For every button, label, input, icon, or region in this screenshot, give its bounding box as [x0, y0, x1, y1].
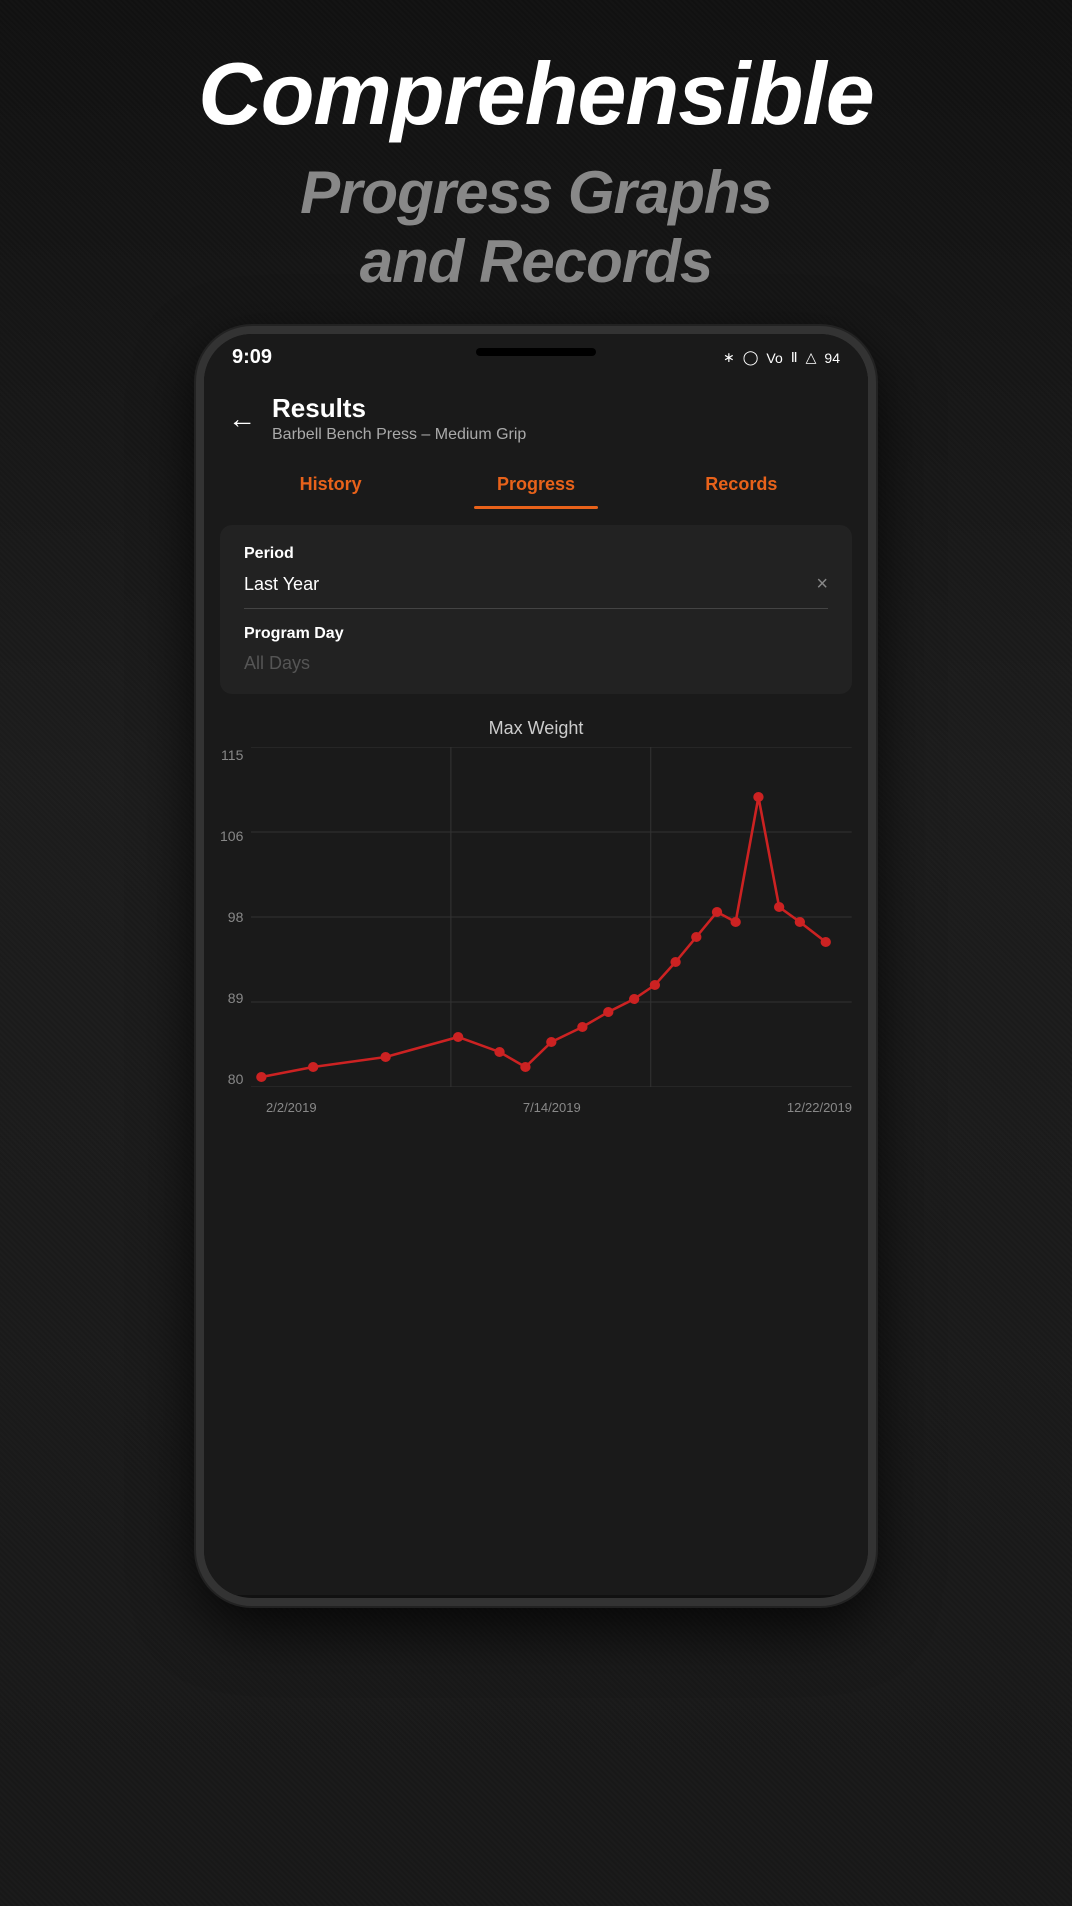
period-value: Last Year: [244, 574, 319, 595]
hero-subtitle-line2: and Records: [360, 228, 712, 295]
y-label-106: 106: [220, 828, 243, 844]
y-label-89: 89: [220, 990, 243, 1006]
period-label: Period: [244, 545, 828, 563]
chart-svg-wrapper: [251, 747, 852, 1092]
page-title: Results: [272, 393, 526, 424]
x-labels: 2/2/2019 7/14/2019 12/22/2019: [220, 1092, 852, 1115]
hero-subtitle-line1: Progress Graphs: [300, 159, 772, 226]
program-day-value[interactable]: All Days: [244, 653, 828, 674]
wifi-icon: △: [806, 349, 817, 366]
app-bar: ← Results Barbell Bench Press – Medium G…: [204, 377, 868, 452]
tab-history[interactable]: History: [228, 460, 433, 509]
hero-subtitle: Progress Graphs and Records: [300, 158, 772, 296]
vol-icon: Vo: [766, 350, 782, 366]
chart-svg: [251, 747, 852, 1087]
y-axis: 115 106 98 89 80: [220, 747, 251, 1087]
signal-icon: Ⅱ: [791, 349, 798, 366]
y-label-98: 98: [220, 909, 243, 925]
tab-records[interactable]: Records: [639, 460, 844, 509]
x-label-end: 12/22/2019: [787, 1100, 852, 1115]
battery-icon: 94: [824, 350, 840, 366]
chart-wrapper: 115 106 98 89 80: [220, 747, 852, 1092]
x-label-start: 2/2/2019: [266, 1100, 317, 1115]
period-clear-icon[interactable]: ×: [816, 573, 828, 596]
tab-progress[interactable]: Progress: [433, 460, 638, 509]
page-subtitle: Barbell Bench Press – Medium Grip: [272, 426, 526, 444]
filter-card: Period Last Year × Program Day All Days: [220, 525, 852, 694]
chart-title: Max Weight: [220, 718, 852, 739]
main-wrapper: Comprehensible Progress Graphs and Recor…: [0, 0, 1072, 1906]
period-select[interactable]: Last Year ×: [244, 573, 828, 609]
y-label-115: 115: [220, 747, 243, 763]
bluetooth-icon: ∗: [723, 349, 735, 366]
phone-notch: [476, 348, 596, 356]
screen-content: ← Results Barbell Bench Press – Medium G…: [204, 377, 868, 1595]
alarm-icon: ◯: [743, 349, 759, 366]
hero-title: Comprehensible: [198, 50, 873, 138]
y-label-80: 80: [220, 1071, 243, 1087]
program-day-label: Program Day: [244, 625, 828, 643]
status-icons: ∗ ◯ Vo Ⅱ △ 94: [723, 349, 840, 366]
back-button[interactable]: ←: [228, 403, 256, 435]
app-bar-title-group: Results Barbell Bench Press – Medium Gri…: [272, 393, 526, 444]
x-label-mid: 7/14/2019: [523, 1100, 581, 1115]
phone-frame: 9:09 ∗ ◯ Vo Ⅱ △ 94 ← Results Barbell Ben…: [196, 326, 876, 1606]
tabs-row: History Progress Records: [204, 460, 868, 509]
chart-container: Max Weight 115 106 98 89 80: [220, 710, 852, 1115]
status-time: 9:09: [232, 346, 272, 369]
